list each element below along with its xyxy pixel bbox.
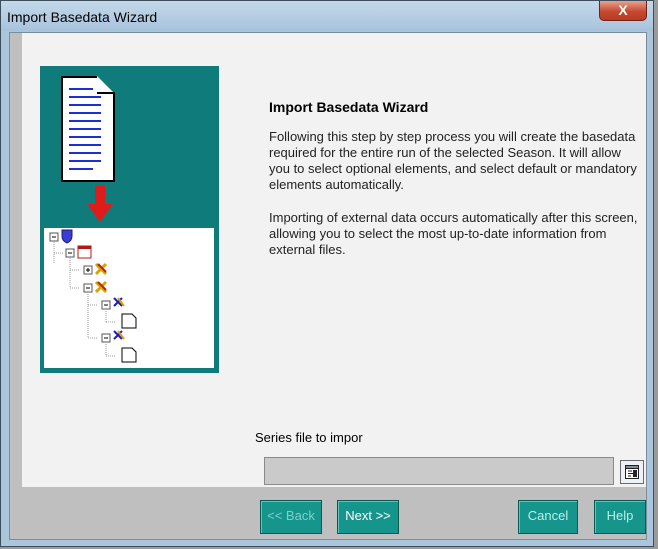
- intro-paragraph: Following this step by step process you …: [269, 129, 637, 192]
- left-frame: [10, 33, 22, 539]
- browse-file-icon: [625, 465, 639, 479]
- wizard-heading: Import Basedata Wizard: [269, 99, 429, 115]
- window-title: Import Basedata Wizard: [7, 9, 158, 25]
- series-file-input[interactable]: [264, 457, 614, 485]
- title-bar[interactable]: Import Basedata Wizard X: [1, 1, 653, 31]
- wizard-illustration: [40, 66, 219, 373]
- wizard-window: Import Basedata Wizard X Import Basedata…: [0, 0, 654, 547]
- red-arrow-down-icon: [87, 186, 113, 222]
- browse-button[interactable]: [620, 460, 644, 484]
- document-icon: [61, 76, 115, 182]
- next-button[interactable]: Next >>: [337, 500, 399, 534]
- cancel-button[interactable]: Cancel: [518, 500, 578, 534]
- tree-view-icon: [44, 228, 214, 368]
- wizard-client-area: Import Basedata Wizard Following this st…: [9, 32, 647, 540]
- help-button[interactable]: Help: [594, 500, 646, 534]
- back-button[interactable]: << Back: [260, 500, 322, 534]
- wizard-content: Import Basedata Wizard Following this st…: [22, 33, 646, 487]
- series-file-label: Series file to impor: [255, 430, 363, 445]
- close-button[interactable]: X: [599, 1, 647, 21]
- import-paragraph: Importing of external data occurs automa…: [269, 210, 638, 257]
- close-icon: X: [618, 2, 628, 18]
